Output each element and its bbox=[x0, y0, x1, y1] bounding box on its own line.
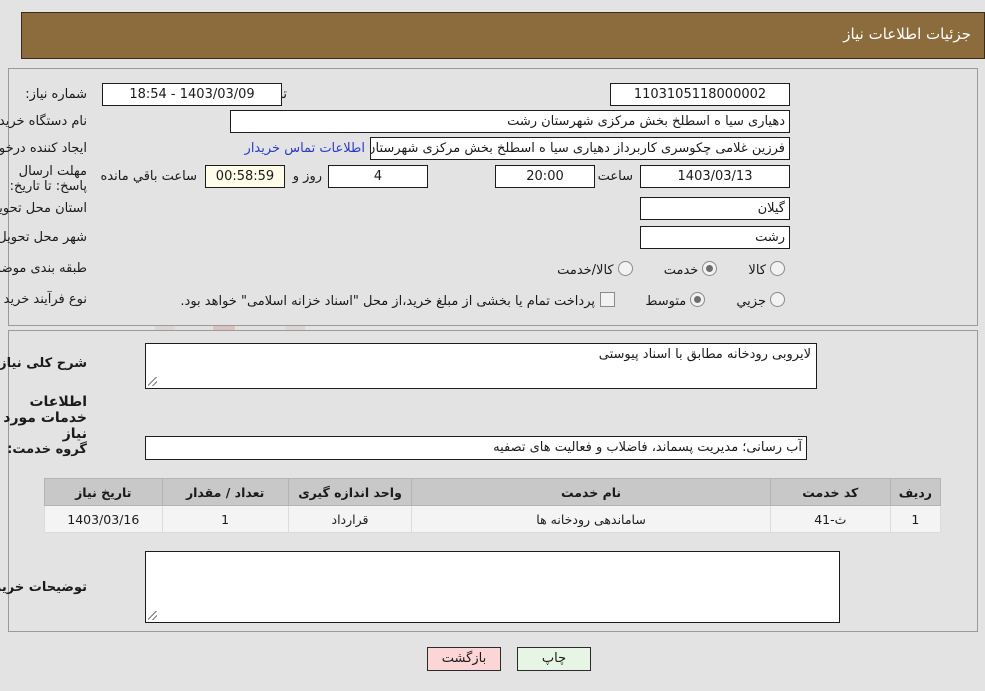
process-option-motevaset[interactable]: متوسط bbox=[645, 292, 706, 309]
column-header-code: کد خدمت bbox=[769, 478, 891, 506]
creator-label: ایجاد کننده درخواست: bbox=[0, 141, 87, 156]
radio-selected-icon[interactable] bbox=[690, 292, 706, 307]
column-header-row: ردیف bbox=[889, 478, 942, 506]
public-announce-value: 1403/03/09 - 18:54 bbox=[102, 83, 282, 106]
radio-icon[interactable] bbox=[770, 292, 785, 307]
need-number-label: شماره نیاز: bbox=[25, 87, 87, 102]
cell-name: ساماندهی رودخانه ها bbox=[411, 505, 771, 533]
service-group-label: گروه خدمت: bbox=[7, 442, 87, 457]
need-info-panel bbox=[8, 68, 978, 326]
need-summary-textarea[interactable]: لایروبی رودخانه مطابق با اسناد پیوستی bbox=[145, 343, 817, 389]
page-root: AnaTender.net جزئیات اطلاعات نیاز شماره … bbox=[0, 0, 985, 691]
services-section-title: اطلاعات خدمات مورد نیاز bbox=[3, 394, 87, 442]
buyer-notes-label: توضیحات خریدار; bbox=[0, 580, 87, 595]
category-option-label: خدمت bbox=[663, 263, 699, 278]
deadline-label: مهلت ارسال پاسخ: تا تاریخ: bbox=[9, 164, 87, 194]
radio-selected-icon[interactable] bbox=[702, 261, 718, 276]
back-button[interactable]: بازگشت bbox=[427, 647, 501, 671]
remaining-days-value: 4 bbox=[328, 165, 428, 188]
cell-row: 1 bbox=[889, 505, 942, 533]
window-titlebar: جزئیات اطلاعات نیاز bbox=[21, 12, 985, 59]
treasury-checkbox-row[interactable]: پرداخت تمام یا بخشی از مبلغ خرید،از محل … bbox=[180, 290, 615, 309]
buyer-org-value: دهیاری سیا ه اسطلخ بخش مرکزی شهرستان رشت bbox=[230, 110, 790, 133]
cell-quantity: 1 bbox=[161, 505, 289, 533]
column-header-quantity: تعداد / مقدار bbox=[161, 478, 289, 506]
process-label: نوع فرآیند خرید : bbox=[0, 292, 87, 307]
category-option-kala[interactable]: کالا bbox=[748, 261, 785, 278]
buyer-notes-textarea[interactable] bbox=[145, 551, 840, 623]
creator-value: فرزین غلامی چکوسری کاربرداز دهیاری سیا ه… bbox=[370, 137, 790, 160]
column-header-date: تاریخ نیاز bbox=[44, 478, 163, 506]
province-value: گیلان bbox=[640, 197, 790, 220]
deadline-hour-value: 20:00 bbox=[495, 165, 595, 188]
service-group-value: آب رسانی؛ مدیریت پسماند، فاضلاب و فعالیت… bbox=[145, 436, 807, 460]
print-button[interactable]: چاپ bbox=[517, 647, 591, 671]
process-option-jozei[interactable]: جزیي bbox=[736, 292, 785, 309]
buyer-contact-link[interactable]: اطلاعات تماس خریدار bbox=[245, 141, 365, 156]
column-header-unit: واحد اندازه گیری bbox=[287, 478, 413, 506]
column-header-name: نام خدمت bbox=[411, 478, 771, 506]
category-label: طبقه بندی موضوعی: bbox=[0, 261, 87, 276]
deadline-date-value: 1403/03/13 bbox=[640, 165, 790, 188]
need-number-value: 1103105118000002 bbox=[610, 83, 790, 106]
category-option-khedmat[interactable]: خدمت bbox=[664, 261, 718, 278]
radio-icon[interactable] bbox=[617, 261, 633, 276]
province-label: استان محل تحویل: bbox=[0, 201, 87, 216]
city-label: شهر محل تحویل: bbox=[0, 230, 87, 245]
category-option-kala-khedmat[interactable]: کالا/خدمت bbox=[557, 261, 633, 278]
cell-code: ث-41 bbox=[769, 505, 891, 533]
remaining-days-label: روز و bbox=[292, 169, 322, 184]
category-option-label: کالا/خدمت bbox=[557, 263, 614, 278]
page-title: جزئیات اطلاعات نیاز bbox=[843, 25, 971, 43]
table-header-row: ردیف کد خدمت نام خدمت واحد اندازه گیری ت… bbox=[44, 478, 942, 506]
deadline-hour-label: ساعت bbox=[597, 169, 633, 184]
buyer-org-label: نام دستگاه خریدار: bbox=[0, 114, 87, 129]
countdown-label: ساعت باقي مانده bbox=[100, 169, 197, 184]
process-radio-group[interactable]: جزیي متوسط bbox=[619, 290, 785, 309]
cell-need-date: 1403/03/16 bbox=[44, 505, 163, 533]
category-option-label: کالا bbox=[748, 263, 766, 278]
checkbox-icon[interactable] bbox=[600, 292, 615, 307]
need-summary-label: شرح کلی نیاز: bbox=[0, 356, 87, 371]
radio-icon[interactable] bbox=[770, 261, 785, 276]
countdown-timer: 00:58:59 bbox=[205, 165, 285, 188]
city-value: رشت bbox=[640, 226, 790, 249]
process-option-label: متوسط bbox=[645, 294, 687, 309]
table-row: 1 ث-41 ساماندهی رودخانه ها قرارداد 1 140… bbox=[44, 505, 942, 533]
treasury-checkbox-label: پرداخت تمام یا بخشی از مبلغ خرید،از محل … bbox=[180, 294, 595, 309]
cell-unit: قرارداد bbox=[287, 505, 413, 533]
services-table: ردیف کد خدمت نام خدمت واحد اندازه گیری ت… bbox=[44, 478, 942, 533]
category-radio-group[interactable]: کالا خدمت کالا/خدمت bbox=[531, 259, 785, 278]
process-option-label: جزیي bbox=[736, 294, 766, 309]
